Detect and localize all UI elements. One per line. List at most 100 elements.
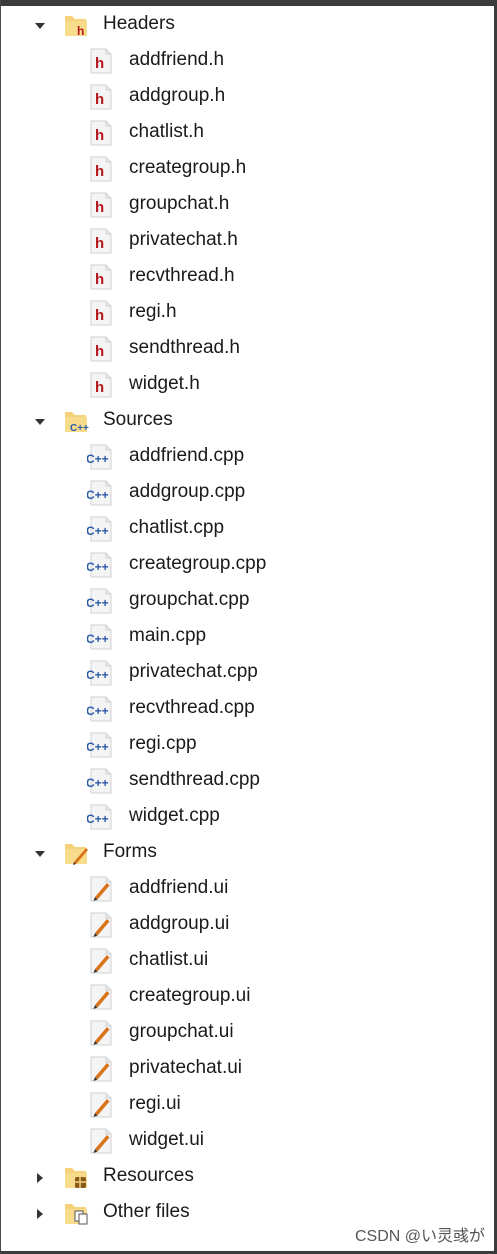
cpp-file-icon: C++ — [86, 768, 115, 794]
tree-group-label: Other files — [103, 1201, 190, 1222]
svg-text:h: h — [95, 163, 104, 180]
tree-file-item[interactable]: C++ main.cpp — [0, 618, 494, 654]
tree-file-item[interactable]: h privatechat.h — [0, 222, 494, 258]
tree-file-label: addgroup.cpp — [129, 481, 246, 502]
tree-file-label: privatechat.cpp — [129, 661, 258, 682]
tree-file-item[interactable]: C++ groupchat.cpp — [0, 582, 494, 618]
tree-file-label: privatechat.h — [129, 229, 238, 250]
svg-text:C++: C++ — [87, 488, 109, 502]
cpp-file-icon: C++ — [86, 588, 115, 614]
svg-text:h: h — [95, 91, 104, 108]
cpp-file-icon: C++ — [86, 480, 115, 506]
svg-text:h: h — [95, 199, 104, 216]
tree-file-label: addgroup.ui — [129, 913, 230, 934]
tree-file-item[interactable]: C++ addgroup.cpp — [0, 474, 494, 510]
tree-file-item[interactable]: C++ recvthread.cpp — [0, 690, 494, 726]
tree-group-forms[interactable]: Forms — [0, 834, 494, 870]
svg-text:h: h — [95, 307, 104, 324]
tree-file-item[interactable]: C++ sendthread.cpp — [0, 762, 494, 798]
svg-text:h: h — [95, 235, 104, 252]
tree-file-item[interactable]: h widget.h — [0, 366, 494, 402]
tree-file-label: regi.ui — [129, 1093, 181, 1114]
tree-file-label: addgroup.h — [129, 85, 226, 106]
folder-forms-icon — [62, 840, 90, 866]
tree-file-label: recvthread.h — [129, 265, 235, 286]
tree-file-label: widget.h — [129, 373, 200, 394]
tree-file-item[interactable]: h groupchat.h — [0, 186, 494, 222]
header-file-icon: h — [87, 48, 115, 74]
tree-file-label: widget.cpp — [129, 805, 220, 826]
tree-file-label: widget.ui — [129, 1129, 204, 1150]
folder-resources-icon — [62, 1164, 90, 1190]
tree-file-item[interactable]: chatlist.ui — [0, 942, 494, 978]
header-file-icon: h — [87, 120, 115, 146]
svg-text:C++: C++ — [87, 632, 109, 646]
tree-file-item[interactable]: h addfriend.h — [0, 42, 494, 78]
tree-file-label: groupchat.h — [129, 193, 230, 214]
tree-file-item[interactable]: groupchat.ui — [0, 1014, 494, 1050]
tree-group-resources[interactable]: Resources — [0, 1158, 494, 1194]
tree-group-label: Headers — [103, 13, 175, 34]
tree-group-headers[interactable]: h Headers — [0, 6, 494, 42]
watermark-text: CSDN @い灵彧が — [354, 1228, 485, 1245]
tree-file-item[interactable]: C++ regi.cpp — [0, 726, 494, 762]
tree-file-label: sendthread.h — [129, 337, 240, 358]
svg-text:h: h — [95, 127, 104, 144]
header-file-icon: h — [87, 336, 115, 362]
ui-file-icon — [87, 1092, 115, 1118]
tree-file-item[interactable]: widget.ui — [0, 1122, 494, 1158]
project-tree: h Headers h addfriend.h h addgroup.h h chatlist… — [0, 6, 494, 1230]
cpp-file-icon: C++ — [86, 516, 115, 542]
tree-file-item[interactable]: h addgroup.h — [0, 78, 494, 114]
tree-file-item[interactable]: h chatlist.h — [0, 114, 494, 150]
svg-text:C++: C++ — [87, 740, 109, 754]
tree-file-item[interactable]: C++ creategroup.cpp — [0, 546, 494, 582]
header-file-icon: h — [87, 264, 115, 290]
tree-file-item[interactable]: h regi.h — [0, 294, 494, 330]
tree-group-label: Resources — [103, 1165, 194, 1186]
tree-file-item[interactable]: creategroup.ui — [0, 978, 494, 1014]
collapse-arrow-right-icon[interactable] — [33, 1171, 47, 1185]
expand-arrow-down-icon[interactable] — [33, 19, 47, 33]
ui-file-icon — [87, 876, 115, 902]
svg-text:h: h — [77, 24, 84, 38]
svg-text:C++: C++ — [70, 423, 89, 434]
svg-text:h: h — [95, 55, 104, 72]
tree-group-sources[interactable]: C++ Sources — [0, 402, 494, 438]
header-file-icon: h — [87, 84, 115, 110]
folder-cpp-icon: C++ — [62, 408, 90, 434]
tree-file-item[interactable]: C++ chatlist.cpp — [0, 510, 494, 546]
tree-file-item[interactable]: h recvthread.h — [0, 258, 494, 294]
tree-file-item[interactable]: privatechat.ui — [0, 1050, 494, 1086]
tree-file-item[interactable]: h sendthread.h — [0, 330, 494, 366]
ui-file-icon — [87, 1056, 115, 1082]
tree-file-label: addfriend.ui — [129, 877, 229, 898]
tree-file-label: addfriend.h — [129, 49, 225, 70]
tree-file-item[interactable]: regi.ui — [0, 1086, 494, 1122]
cpp-file-icon: C++ — [86, 696, 115, 722]
collapse-arrow-right-icon[interactable] — [33, 1207, 47, 1221]
cpp-file-icon: C++ — [86, 732, 115, 758]
tree-file-item[interactable]: addgroup.ui — [0, 906, 494, 942]
expand-arrow-down-icon[interactable] — [33, 415, 47, 429]
tree-file-item[interactable]: C++ widget.cpp — [0, 798, 494, 834]
header-file-icon: h — [87, 300, 115, 326]
tree-file-item[interactable]: C++ addfriend.cpp — [0, 438, 494, 474]
tree-file-label: creategroup.h — [129, 157, 247, 178]
tree-file-label: regi.cpp — [129, 733, 197, 754]
svg-text:C++: C++ — [87, 524, 109, 538]
svg-text:C++: C++ — [87, 776, 109, 790]
tree-file-label: main.cpp — [129, 625, 207, 646]
cpp-file-icon: C++ — [86, 552, 115, 578]
tree-file-item[interactable]: C++ privatechat.cpp — [0, 654, 494, 690]
cpp-file-icon: C++ — [86, 804, 115, 830]
svg-text:C++: C++ — [87, 596, 109, 610]
tree-file-label: groupchat.cpp — [129, 589, 250, 610]
tree-file-item[interactable]: addfriend.ui — [0, 870, 494, 906]
tree-file-label: regi.h — [129, 301, 177, 322]
tree-group-label: Sources — [103, 409, 173, 430]
expand-arrow-down-icon[interactable] — [33, 847, 47, 861]
svg-text:C++: C++ — [87, 452, 109, 466]
tree-file-item[interactable]: h creategroup.h — [0, 150, 494, 186]
ui-file-icon — [87, 1128, 115, 1154]
